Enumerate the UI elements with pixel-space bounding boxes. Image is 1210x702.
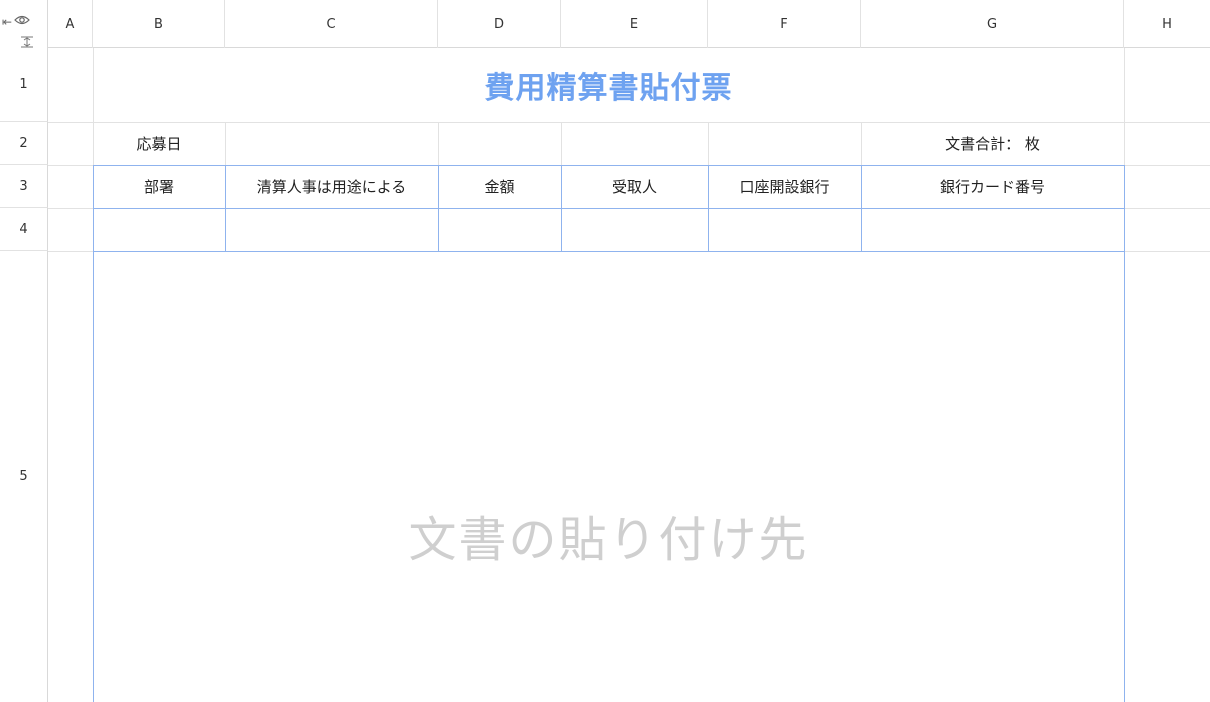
column-header-label: A: [65, 16, 75, 32]
column-header-label: G: [986, 16, 998, 32]
cell-amount[interactable]: [438, 208, 561, 251]
table-border: [438, 165, 439, 251]
column-header-a[interactable]: A: [48, 0, 93, 48]
gridline: [438, 122, 439, 165]
column-header-e[interactable]: E: [561, 0, 708, 48]
column-header-label: H: [1162, 16, 1172, 32]
header-department[interactable]: 部署: [93, 165, 225, 208]
column-header-bar: A B C D E F G H: [0, 0, 1210, 48]
row-header-1[interactable]: 1: [0, 48, 48, 122]
column-header-g[interactable]: G: [861, 0, 1124, 48]
row-header-label: 1: [19, 77, 28, 92]
table-border: [225, 165, 226, 251]
row-header-4[interactable]: 4: [0, 208, 48, 251]
gridline: [225, 122, 226, 165]
row-header-label: 5: [19, 469, 28, 484]
cell-department[interactable]: [93, 208, 225, 251]
row-header-label: 2: [19, 135, 28, 151]
column-header-label: E: [629, 16, 639, 32]
paste-area-placeholder: 文書の貼り付け先: [408, 512, 809, 568]
row-header-2[interactable]: 2: [0, 122, 48, 165]
cell-card-number[interactable]: [861, 208, 1124, 251]
table-border: [93, 165, 1124, 166]
eye-icon[interactable]: [14, 14, 30, 28]
table-border: [93, 208, 1124, 209]
column-header-label: C: [326, 16, 336, 32]
column-header-label: F: [780, 16, 788, 32]
row-header-5[interactable]: 5: [0, 251, 48, 702]
column-header-d[interactable]: D: [438, 0, 561, 48]
gridline: [561, 122, 562, 165]
column-header-b[interactable]: B: [93, 0, 225, 48]
column-header-label: D: [493, 16, 504, 32]
header-settlement-purpose[interactable]: 清算人事は用途による: [225, 165, 438, 208]
header-amount[interactable]: 金額: [438, 165, 561, 208]
table-border: [861, 165, 862, 251]
spreadsheet: A B C D E F G H ⇤ 1 2 3 4 5 費用精算書貼付票 応募日…: [0, 0, 1210, 702]
document-total-label[interactable]: 文書合計： 枚: [861, 122, 1124, 165]
cell-recipient[interactable]: [561, 208, 708, 251]
column-header-h[interactable]: H: [1124, 0, 1210, 48]
select-all-corner[interactable]: ⇤: [0, 0, 48, 48]
table-border: [561, 165, 562, 251]
sheet-title: 費用精算書貼付票: [484, 71, 733, 106]
row-header-3[interactable]: 3: [0, 165, 48, 208]
column-header-f[interactable]: F: [708, 0, 861, 48]
gridline: [708, 122, 709, 165]
cell-settlement-purpose[interactable]: [225, 208, 438, 251]
table-border: [708, 165, 709, 251]
header-recipient[interactable]: 受取人: [561, 165, 708, 208]
row-header-label: 3: [19, 178, 28, 194]
row-header-label: 4: [19, 221, 28, 237]
application-date-label[interactable]: 応募日: [93, 122, 225, 165]
table-border: [1124, 165, 1125, 702]
table-border: [93, 165, 94, 702]
table-border: [93, 251, 1124, 252]
column-header-c[interactable]: C: [225, 0, 438, 48]
header-card-number[interactable]: 銀行カード番号: [861, 165, 1124, 208]
cell-bank[interactable]: [708, 208, 861, 251]
column-header-label: B: [154, 16, 163, 32]
header-bank[interactable]: 口座開設銀行: [708, 165, 861, 208]
collapse-left-icon[interactable]: ⇤: [2, 16, 12, 28]
